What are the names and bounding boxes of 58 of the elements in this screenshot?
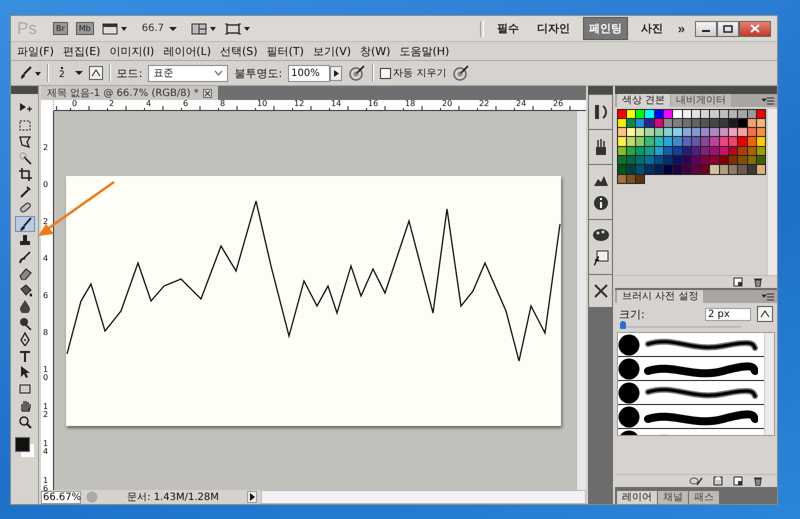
menu-item[interactable]: 보기(V) (312, 44, 352, 58)
ruler-label: 22 (477, 100, 490, 108)
opacity-label: 불투명도: (234, 66, 282, 80)
ruler-label: 12 (292, 100, 304, 108)
document-tab[interactable]: 제목 없음-1 @ 66.7% (RGB/8) * (41, 86, 218, 100)
opacity-field[interactable]: 100% (288, 64, 330, 82)
workspace-button[interactable]: 디자인 (532, 18, 575, 39)
ruler-label: 0 (70, 100, 78, 108)
menu-item[interactable]: 선택(S) (220, 44, 258, 58)
workspace-button[interactable]: 필수 (492, 18, 524, 39)
panel-tab[interactable]: 브러시 사전 설정 (617, 290, 704, 303)
menu-item[interactable]: 편집(E) (62, 44, 100, 58)
mode-label: 모드: (116, 66, 142, 80)
auto-erase-checkbox[interactable]: 자동 지우기 (380, 66, 446, 80)
ruler-label: 14 (329, 100, 342, 108)
ruler-label: 6 (181, 100, 188, 108)
zoom-field[interactable]: 66.67% (41, 490, 81, 504)
ruler-label: 16 (43, 477, 48, 493)
panel-tab[interactable]: 레이어 (617, 491, 657, 504)
ruler-label: 24 (514, 100, 526, 108)
menu-item[interactable]: 도움말(H) (399, 44, 450, 58)
ruler-label: 6 (43, 292, 48, 300)
ruler-label: 2 (107, 100, 114, 108)
menu-item[interactable]: 이미지(I) (109, 44, 154, 58)
zoom-level-dropdown[interactable]: 66.7 (142, 23, 178, 34)
mode-dropdown[interactable]: 표준 (148, 64, 228, 82)
ruler-label: 4 (144, 100, 152, 108)
more-workspaces-button[interactable]: » (676, 21, 687, 36)
ruler-label: 8 (43, 329, 48, 337)
ruler-label: 8 (218, 100, 226, 108)
size-field[interactable]: 2 px (705, 308, 751, 320)
document-size-text: 문서: 1.43M/1.28M (126, 491, 220, 504)
panel-tab[interactable]: 색상 견본 (617, 94, 670, 107)
ruler-label: 4 (43, 255, 48, 263)
menu-item[interactable]: 창(W) (360, 44, 390, 58)
menu-item[interactable]: 레이어(L) (163, 44, 212, 58)
app-launch-button[interactable]: Mb (76, 22, 94, 35)
ruler-label: 18 (403, 100, 416, 108)
panel-tab[interactable]: 내비게이터 (671, 94, 732, 107)
ruler-label: 16 (366, 100, 378, 108)
menu-item[interactable]: 필터(T) (266, 44, 304, 58)
ruler-label: 10 (255, 100, 268, 108)
size-label: 크기: (619, 306, 645, 322)
ruler-label: 0 (43, 181, 48, 189)
brush-size-picker[interactable]: 2 (55, 66, 69, 80)
app-launch-button[interactable]: Br (53, 22, 68, 35)
panel-tab[interactable]: 패스 (689, 491, 719, 504)
ruler-label: 2 (43, 144, 48, 152)
ruler-label: 20 (440, 100, 452, 108)
ruler-label: 10 (43, 366, 48, 382)
ruler-label: 14 (43, 440, 48, 456)
ruler-label: 12 (43, 403, 48, 419)
menu-item[interactable]: 파일(F) (17, 44, 54, 58)
workspace-button[interactable]: 페인팅 (582, 17, 628, 40)
panel-tab[interactable]: 채널 (658, 491, 688, 504)
workspace-button[interactable]: 사진 (636, 18, 668, 39)
ruler-label: 26 (551, 100, 564, 108)
ruler-label: 2 (43, 218, 48, 226)
